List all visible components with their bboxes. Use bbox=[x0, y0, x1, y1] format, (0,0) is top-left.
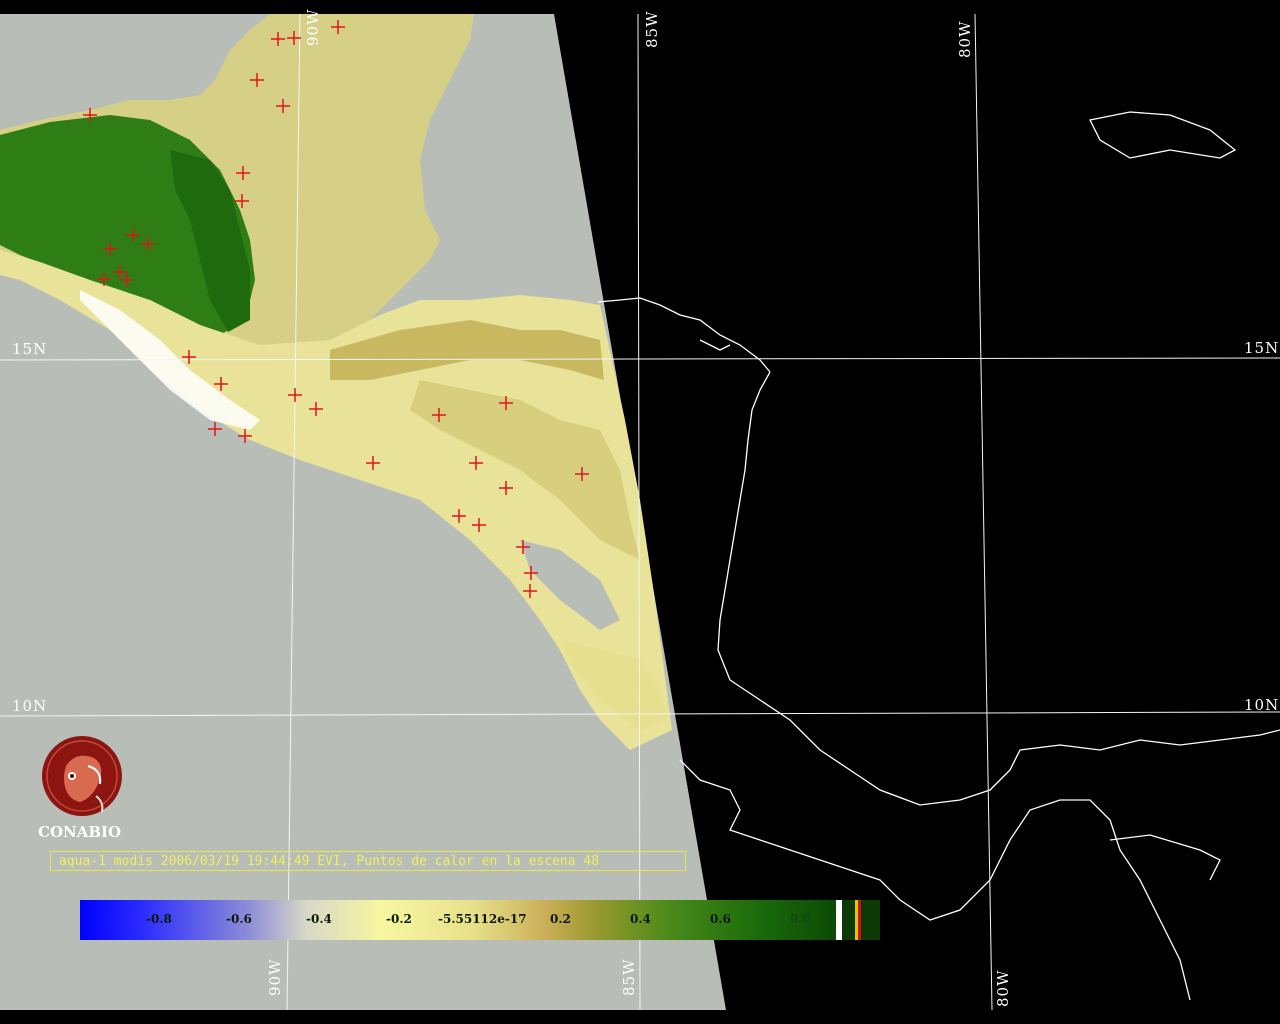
lat-label-15n-left: 15N bbox=[12, 340, 48, 358]
lat-label-10n-right: 10N bbox=[1244, 696, 1280, 714]
colorbar-tick: 0.4 bbox=[630, 912, 651, 926]
lon-label-90w-top: 90W bbox=[304, 8, 322, 46]
colorbar-tick: 0.8 bbox=[790, 912, 811, 926]
colorbar-tick: 0.2 bbox=[550, 912, 571, 926]
conabio-logo-text: CONABIO bbox=[38, 823, 122, 841]
lon-label-85w-top: 85W bbox=[643, 10, 661, 48]
colorbar-tick: -0.4 bbox=[306, 912, 332, 926]
colorbar-tick: -0.6 bbox=[226, 912, 252, 926]
colorbar-tick: -0.2 bbox=[386, 912, 412, 926]
legend-swatch-white bbox=[836, 900, 842, 940]
lon-label-80w-bottom: 80W bbox=[994, 969, 1012, 1007]
lat-label-10n-left: 10N bbox=[12, 697, 48, 715]
evi-colorbar: -0.8 -0.6 -0.4 -0.2 -5.55112e-17 0.2 0.4… bbox=[80, 900, 880, 940]
colorbar-tick: -5.55112e-17 bbox=[438, 912, 527, 926]
colorbar-tick: -0.8 bbox=[146, 912, 172, 926]
colorbar-tick: 0.6 bbox=[710, 912, 731, 926]
lon-label-90w-bottom: 90W bbox=[266, 958, 284, 996]
lon-label-80w-top: 80W bbox=[956, 20, 974, 58]
legend-swatch-red bbox=[858, 900, 861, 940]
lon-label-85w-bottom: 85W bbox=[620, 958, 638, 996]
lat-label-15n-right: 15N bbox=[1244, 339, 1280, 357]
scene-caption: aqua-1 modis 2006/03/19 19:44:49 EVI, Pu… bbox=[50, 851, 686, 871]
